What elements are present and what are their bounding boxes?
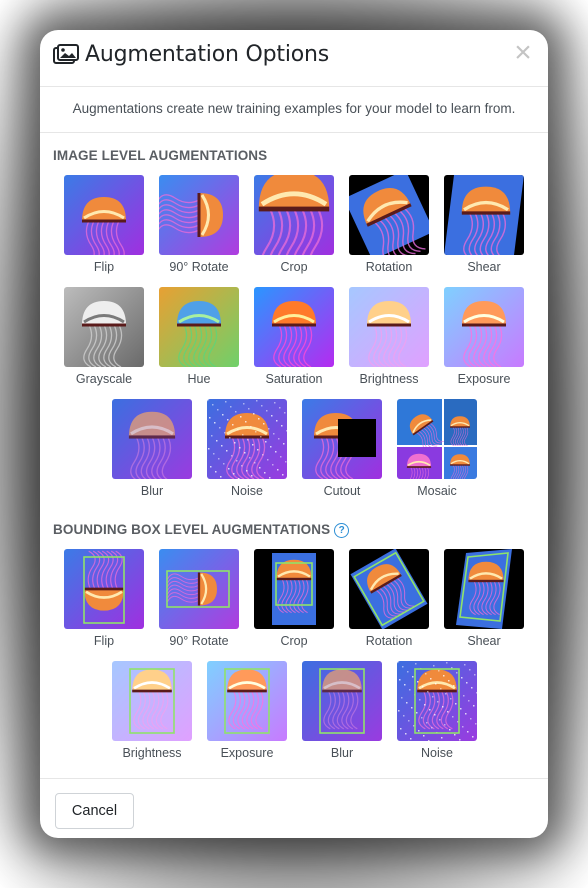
- bbox-noise-thumbnail[interactable]: [397, 661, 477, 741]
- bbox-flip-label: Flip: [93, 634, 115, 648]
- img-rotation-label: Rotation: [365, 260, 413, 274]
- img-blur-option[interactable]: Blur: [111, 399, 193, 498]
- img-exposure-option[interactable]: Exposure: [443, 287, 525, 386]
- bbox-shear-option[interactable]: Shear: [443, 549, 525, 648]
- bbox-exposure-thumbnail[interactable]: [207, 661, 287, 741]
- image-gallery-icon: [53, 44, 79, 66]
- img-saturation-option[interactable]: Saturation: [253, 287, 335, 386]
- bbox-crop-thumbnail[interactable]: [254, 549, 334, 629]
- img-crop-option[interactable]: Crop: [253, 175, 335, 274]
- img-blur-label: Blur: [140, 484, 164, 498]
- img-grayscale-thumbnail[interactable]: [64, 287, 144, 367]
- modal-title: Augmentation Options: [85, 42, 329, 67]
- bbox-flip-option[interactable]: Flip: [63, 549, 145, 648]
- img-brightness-option[interactable]: Brightness: [348, 287, 430, 386]
- img-brightness-thumbnail[interactable]: [349, 287, 429, 367]
- img-crop-label: Crop: [280, 260, 308, 274]
- img-flip-label: Flip: [93, 260, 115, 274]
- img-shear-thumbnail[interactable]: [444, 175, 524, 255]
- modal-footer: Cancel: [40, 778, 548, 838]
- img-exposure-thumbnail[interactable]: [444, 287, 524, 367]
- close-icon[interactable]: ×: [510, 38, 536, 68]
- img-mosaic-thumbnail[interactable]: [397, 399, 477, 479]
- img-saturation-thumbnail[interactable]: [254, 287, 334, 367]
- img-flip-option[interactable]: Flip: [63, 175, 145, 274]
- bbox-brightness-option[interactable]: Brightness: [111, 661, 193, 760]
- img-hue-option[interactable]: Hue: [158, 287, 240, 386]
- bbox-90-rotate-option[interactable]: 90° Rotate: [158, 549, 240, 648]
- bbox-brightness-thumbnail[interactable]: [112, 661, 192, 741]
- bbox-blur-option[interactable]: Blur: [301, 661, 383, 760]
- img-shear-label: Shear: [467, 260, 501, 274]
- img-90-rotate-label: 90° Rotate: [169, 260, 229, 274]
- bbox-crop-option[interactable]: Crop: [253, 549, 335, 648]
- bbox-rotation-thumbnail[interactable]: [349, 549, 429, 629]
- img-saturation-label: Saturation: [265, 372, 323, 386]
- bbox-exposure-label: Exposure: [220, 746, 274, 760]
- img-crop-thumbnail[interactable]: [254, 175, 334, 255]
- bbox-flip-thumbnail[interactable]: [64, 549, 144, 629]
- img-hue-thumbnail[interactable]: [159, 287, 239, 367]
- bbox-blur-thumbnail[interactable]: [302, 661, 382, 741]
- bbox-noise-option[interactable]: Noise: [396, 661, 478, 760]
- img-exposure-label: Exposure: [457, 372, 511, 386]
- img-shear-option[interactable]: Shear: [443, 175, 525, 274]
- img-cutout-label: Cutout: [323, 484, 361, 498]
- image-level-heading: IMAGE LEVEL AUGMENTATIONS: [53, 148, 268, 163]
- bbox-brightness-label: Brightness: [122, 746, 182, 760]
- augmentation-options-modal: Augmentation Options × Augmentations cre…: [40, 30, 548, 838]
- bbox-noise-label: Noise: [421, 746, 453, 760]
- img-mosaic-option[interactable]: Mosaic: [396, 399, 478, 498]
- modal-subtitle: Augmentations create new training exampl…: [40, 86, 548, 133]
- img-brightness-label: Brightness: [359, 372, 419, 386]
- img-grayscale-label: Grayscale: [75, 372, 133, 386]
- img-blur-thumbnail[interactable]: [112, 399, 192, 479]
- bbox-90-rotate-label: 90° Rotate: [169, 634, 229, 648]
- img-hue-label: Hue: [187, 372, 211, 386]
- cancel-button[interactable]: Cancel: [55, 793, 134, 829]
- bbox-shear-label: Shear: [467, 634, 501, 648]
- bbox-blur-label: Blur: [330, 746, 354, 760]
- img-mosaic-label: Mosaic: [417, 484, 457, 498]
- img-noise-thumbnail[interactable]: [207, 399, 287, 479]
- bbox-rotation-option[interactable]: Rotation: [348, 549, 430, 648]
- bbox-exposure-option[interactable]: Exposure: [206, 661, 288, 760]
- img-grayscale-option[interactable]: Grayscale: [63, 287, 145, 386]
- bbox-level-heading-text: BOUNDING BOX LEVEL AUGMENTATIONS: [53, 522, 331, 537]
- bbox-shear-thumbnail[interactable]: [444, 549, 524, 629]
- img-90-rotate-thumbnail[interactable]: [159, 175, 239, 255]
- bbox-90-rotate-thumbnail[interactable]: [159, 549, 239, 629]
- bbox-crop-label: Crop: [280, 634, 308, 648]
- question-circle-icon[interactable]: ?: [334, 523, 350, 538]
- img-rotation-option[interactable]: Rotation: [348, 175, 430, 274]
- img-90-rotate-option[interactable]: 90° Rotate: [158, 175, 240, 274]
- bbox-level-heading: BOUNDING BOX LEVEL AUGMENTATIONS?: [53, 522, 350, 538]
- img-cutout-option[interactable]: Cutout: [301, 399, 383, 498]
- img-cutout-thumbnail[interactable]: [302, 399, 382, 479]
- img-noise-option[interactable]: Noise: [206, 399, 288, 498]
- img-flip-thumbnail[interactable]: [64, 175, 144, 255]
- bbox-rotation-label: Rotation: [365, 634, 413, 648]
- modal-header: Augmentation Options ×: [40, 30, 548, 87]
- img-rotation-thumbnail[interactable]: [349, 175, 429, 255]
- img-noise-label: Noise: [231, 484, 263, 498]
